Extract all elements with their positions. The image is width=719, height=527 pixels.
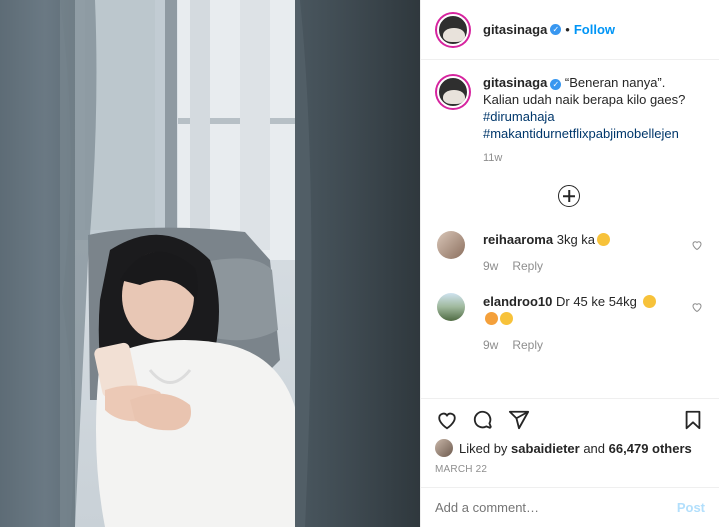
photo-illustration [0,0,420,527]
caption-verified-badge-icon: ✓ [550,79,562,90]
caption-author-avatar[interactable] [437,76,469,108]
action-icons-row [435,403,705,437]
separator-dot: • [565,22,570,37]
reply-button[interactable]: Reply [512,259,543,273]
share-icon[interactable] [507,408,531,432]
add-comment-bar: Post [421,487,719,527]
author-avatar[interactable] [437,13,469,46]
like-comment-heart-icon[interactable] [691,239,703,251]
comment-timestamp[interactable]: 9w [483,259,498,273]
tired-face-emoji-icon [642,295,656,308]
post-caption: gitasinaga ✓ “Beneran nanya”. Kalian udah… [435,74,703,167]
load-more-comments[interactable] [435,185,703,207]
liker-avatar[interactable] [435,439,453,457]
post-sidebar: gitasinaga ✓ • Follow gitasinaga ✓ “Bener… [420,0,719,527]
likes-prefix: Liked by [459,440,508,456]
verified-badge-icon: ✓ [550,24,562,35]
comment-body: elandroo10 Dr 45 ke 54kg 9w Reply [483,293,673,354]
comments-section[interactable]: gitasinaga ✓ “Beneran nanya”. Kalian udah… [421,60,719,398]
commenter-username[interactable]: reihaaroma [483,232,553,247]
commenter-username[interactable]: elandroo10 [483,294,552,309]
post-header: gitasinaga ✓ • Follow [421,0,719,60]
post-actions: Liked by sabaidieter and 66,479 others M… [421,398,719,487]
plus-circle-icon[interactable] [558,185,580,207]
bookmark-icon[interactable] [681,408,705,432]
hashtag-link[interactable]: #dirumahaja [483,108,693,125]
comment-item: elandroo10 Dr 45 ke 54kg 9w Reply [435,293,703,354]
caption-username[interactable]: gitasinaga [483,75,547,90]
comment-body: reihaaroma 3kg ka 9w Reply [483,231,673,275]
caption-timestamp[interactable]: 11w [483,150,693,167]
like-comment-heart-icon[interactable] [691,301,703,313]
author-username[interactable]: gitasinaga [483,22,547,37]
instagram-post: gitasinaga ✓ • Follow gitasinaga ✓ “Bener… [0,0,719,527]
likes-middle: and [583,440,606,456]
add-comment-input[interactable] [435,500,677,515]
commenter-avatar[interactable] [437,231,465,259]
comment-item: reihaaroma 3kg ka 9w Reply [435,231,703,275]
grimacing-face-emoji-icon [500,312,513,325]
post-photo[interactable] [0,0,420,527]
likes-count[interactable]: 66,479 others [609,441,692,456]
follow-button[interactable]: Follow [574,22,615,37]
post-comment-button[interactable]: Post [677,500,705,515]
liker-username[interactable]: sabaidieter [511,441,580,456]
likes-summary: Liked by sabaidieter and 66,479 others [435,437,705,459]
caption-body: gitasinaga ✓ “Beneran nanya”. Kalian udah… [483,74,693,167]
hashtag-link[interactable]: #makantidurnetflixpabjimobellejen [483,125,693,142]
comment-icon[interactable] [471,408,495,432]
comment-text: 3kg ka [556,232,596,247]
post-date[interactable]: MARCH 22 [435,464,705,487]
commenter-avatar[interactable] [437,293,465,321]
heart-icon[interactable] [435,408,459,432]
comment-meta: 9w Reply [483,258,673,275]
comment-timestamp[interactable]: 9w [483,338,498,352]
comment-meta: 9w Reply [483,337,673,354]
dizzy-face-emoji-icon [485,312,498,325]
grinning-sweat-emoji-icon [597,233,611,246]
reply-button[interactable]: Reply [512,338,543,352]
comment-text: Dr 45 ke 54kg [555,294,637,309]
